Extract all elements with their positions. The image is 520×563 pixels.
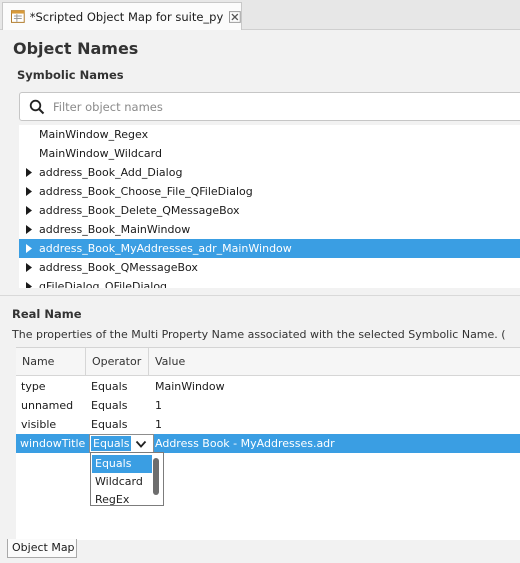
operator-combobox[interactable]: Equals — [89, 434, 154, 453]
search-box[interactable] — [19, 92, 520, 121]
tree-item[interactable]: address_Book_Delete_QMessageBox — [19, 201, 520, 220]
real-name-description: The properties of the Multi Property Nam… — [12, 328, 506, 341]
symbolic-names-heading: Symbolic Names — [17, 68, 124, 82]
editor-tab-strip: *Scripted Object Map for suite_py — [0, 0, 520, 30]
properties-table-header: Name Operator Value — [16, 348, 520, 376]
expand-arrow-icon[interactable] — [19, 220, 39, 239]
property-name: windowTitle — [20, 437, 86, 450]
operator-combobox-value[interactable]: Equals — [91, 436, 132, 451]
expand-arrow-icon[interactable] — [19, 163, 39, 182]
property-name: type — [21, 380, 46, 393]
dropdown-scrollbar[interactable] — [153, 458, 159, 495]
tree-item-label: address_Book_Delete_QMessageBox — [39, 204, 240, 217]
symbolic-names-tree[interactable]: MainWindow_Regex MainWindow_Wildcardaddre… — [19, 125, 520, 288]
property-name: unnamed — [21, 399, 74, 412]
tree-item-label: address_Book_MainWindow — [39, 223, 191, 236]
property-value[interactable]: MainWindow — [155, 377, 225, 396]
property-row[interactable]: unnamed Equals 1 — [16, 396, 520, 415]
tree-item-label: MainWindow_Wildcard — [39, 147, 162, 160]
tree-item-label: MainWindow_Regex — [39, 128, 149, 141]
property-row[interactable]: type Equals MainWindow — [16, 377, 520, 396]
tree-item[interactable]: address_Book_QMessageBox — [19, 258, 520, 277]
page-title: Object Names — [13, 39, 139, 58]
filter-object-names-input[interactable] — [51, 98, 471, 115]
property-value[interactable]: Address Book - MyAddresses.adr — [155, 434, 335, 453]
expand-arrow-icon[interactable] — [19, 277, 39, 288]
search-icon — [29, 99, 45, 114]
tree-item-label: address_Book_Add_Dialog — [39, 166, 183, 179]
chevron-down-icon[interactable] — [135, 439, 147, 449]
tree-item[interactable]: address_Book_Choose_File_QFileDialog — [19, 182, 520, 201]
tree-item-label: address_Book_QMessageBox — [39, 261, 198, 274]
property-operator[interactable]: Equals — [91, 377, 127, 396]
property-operator[interactable]: Equals — [91, 396, 127, 415]
column-header-operator[interactable]: Operator — [86, 348, 149, 376]
tree-item[interactable]: MainWindow_Wildcard — [19, 144, 520, 163]
tree-item[interactable]: address_Book_Add_Dialog — [19, 163, 520, 182]
tree-item-label: address_Book_MyAddresses_adr_MainWindow — [39, 242, 292, 255]
real-name-heading: Real Name — [12, 307, 82, 321]
tree-item[interactable]: qFileDialog_QFileDialog — [19, 277, 520, 288]
tree-item-selected[interactable]: address_Book_MyAddresses_adr_MainWindow — [19, 239, 520, 258]
operator-option-equals[interactable]: Equals — [92, 455, 152, 473]
tab-object-map[interactable]: Object Map — [7, 539, 77, 558]
column-header-value[interactable]: Value — [149, 348, 520, 376]
expand-arrow-icon[interactable] — [19, 182, 39, 201]
editor-tab-object-map[interactable]: *Scripted Object Map for suite_py — [2, 2, 242, 30]
tree-item[interactable]: MainWindow_Regex — [19, 125, 520, 144]
section-divider — [0, 295, 520, 296]
column-header-name[interactable]: Name — [16, 348, 86, 376]
properties-table: Name Operator Value type Equals MainWind… — [16, 347, 520, 540]
expand-arrow-icon[interactable] — [19, 239, 39, 258]
object-map-editor: Object Names Symbolic Names MainWindow_R… — [0, 30, 520, 563]
editor-tab-title: *Scripted Object Map for suite_py — [29, 9, 224, 24]
operator-dropdown-list[interactable]: Equals Wildcard RegEx — [90, 452, 164, 506]
tree-item-label: address_Book_Choose_File_QFileDialog — [39, 185, 253, 198]
property-row[interactable]: visible Equals 1 — [16, 415, 520, 434]
expand-arrow-icon[interactable] — [19, 201, 39, 220]
property-operator[interactable]: Equals — [91, 415, 127, 434]
object-map-file-icon — [11, 10, 25, 23]
property-name: visible — [21, 418, 57, 431]
property-row-selected[interactable]: windowTitle Equals Address Book - MyAddr… — [16, 434, 520, 453]
operator-option-regex[interactable]: RegEx — [92, 491, 152, 505]
operator-option-wildcard[interactable]: Wildcard — [92, 473, 152, 491]
property-value[interactable]: 1 — [155, 396, 162, 415]
tree-item-label: qFileDialog_QFileDialog — [39, 280, 168, 288]
tree-item[interactable]: address_Book_MainWindow — [19, 220, 520, 239]
expand-arrow-icon[interactable] — [19, 258, 39, 277]
property-value[interactable]: 1 — [155, 415, 162, 434]
close-icon[interactable] — [229, 10, 241, 23]
